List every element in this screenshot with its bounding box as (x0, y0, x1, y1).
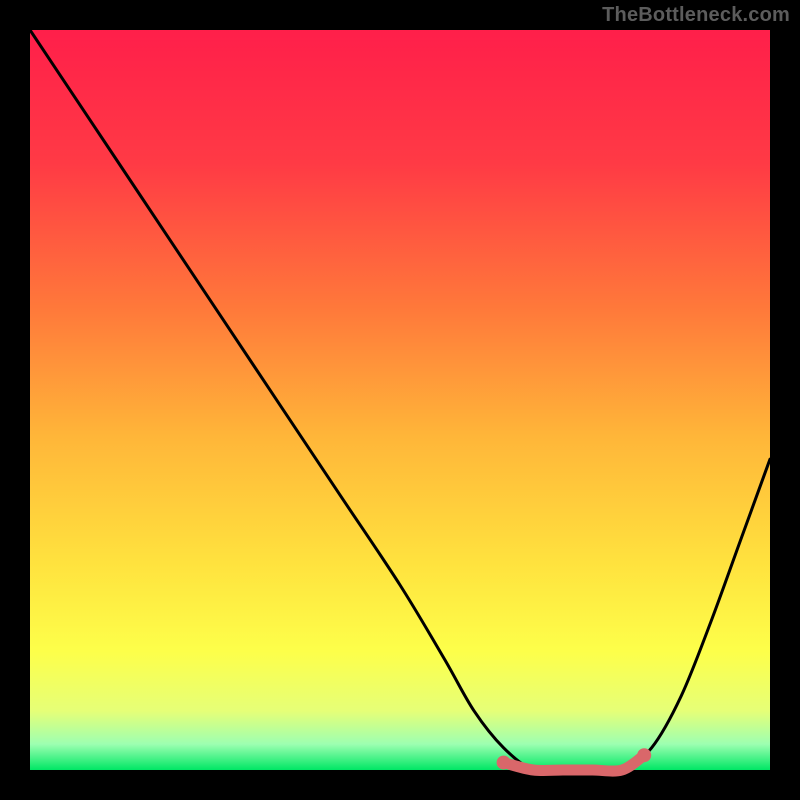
chart-svg (0, 0, 800, 800)
plot-background (30, 30, 770, 770)
chart-stage: TheBottleneck.com (0, 0, 800, 800)
optimal-band-endpoint-right (637, 748, 651, 762)
watermark-text: TheBottleneck.com (602, 4, 790, 27)
optimal-band-endpoint-left (497, 756, 511, 770)
